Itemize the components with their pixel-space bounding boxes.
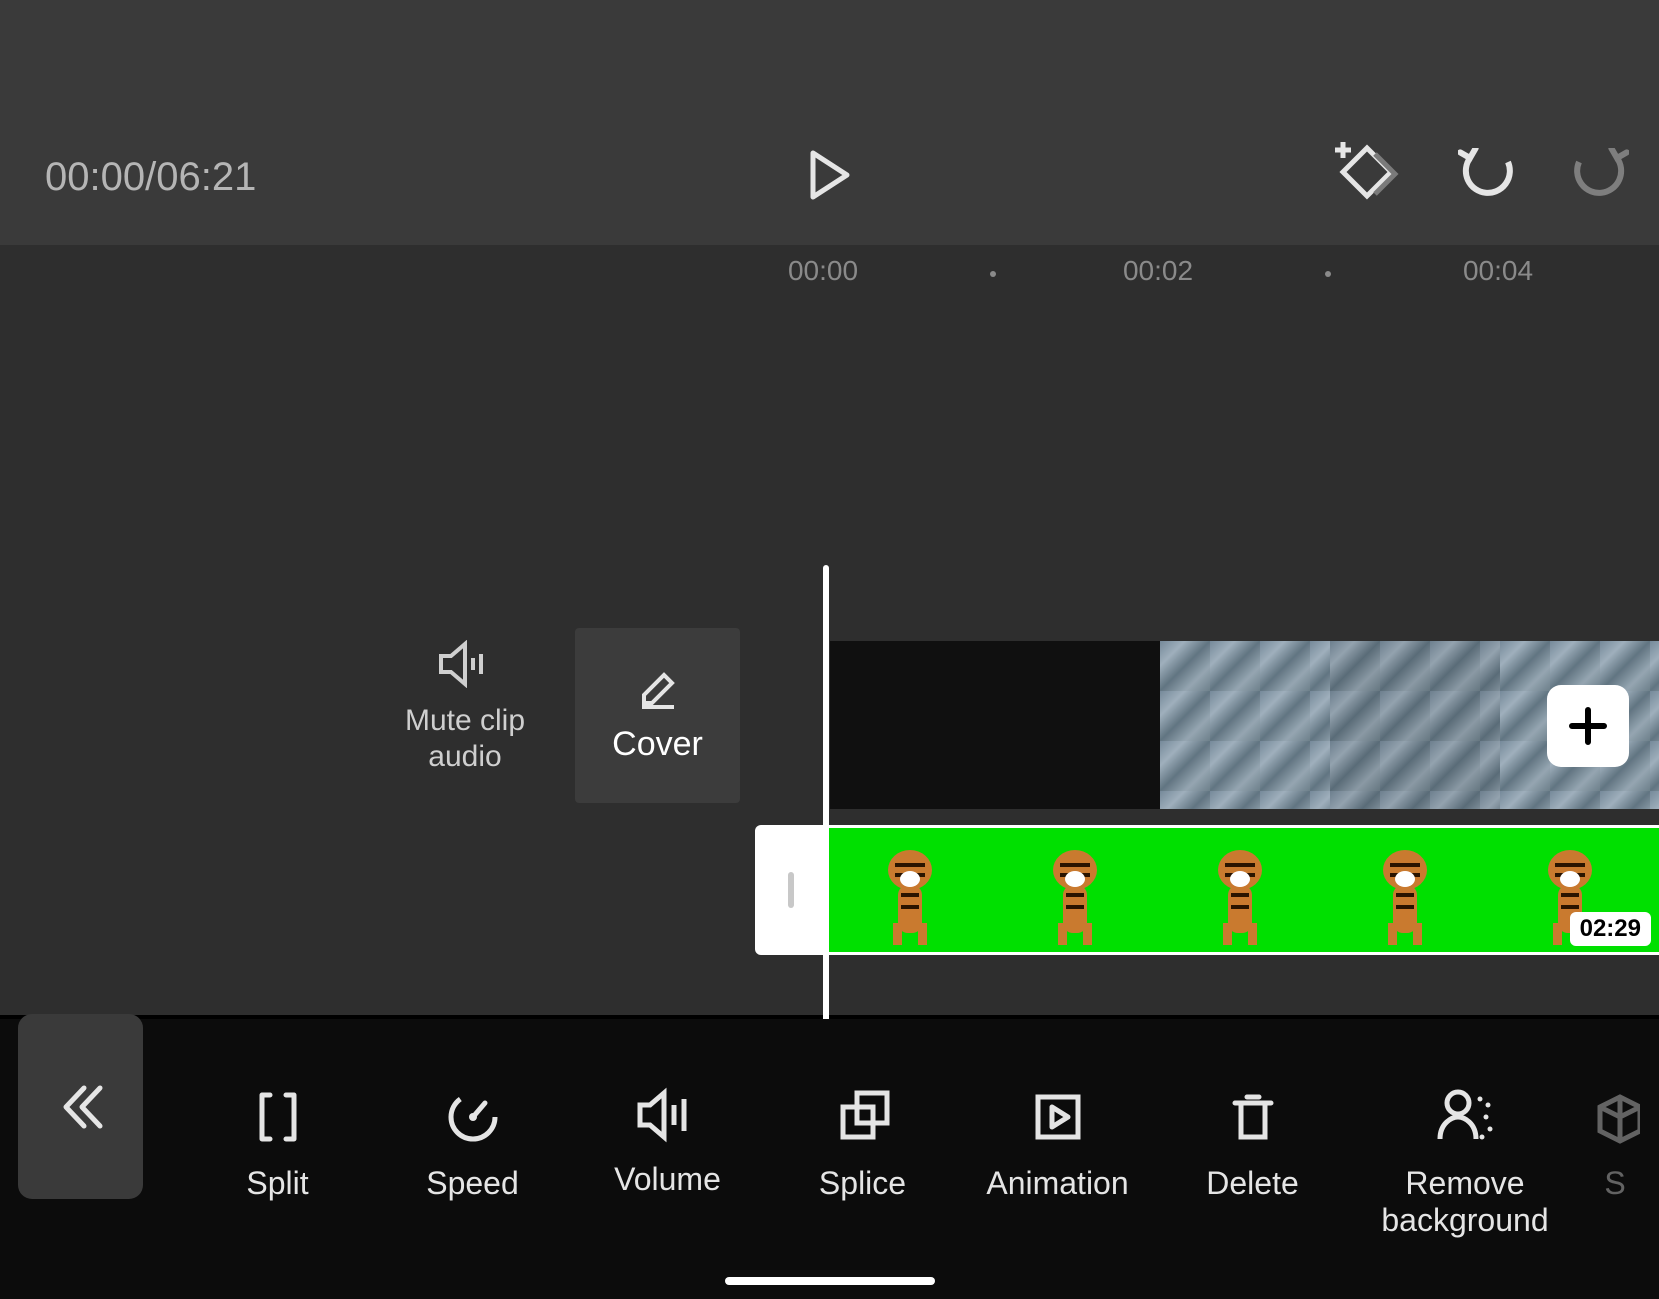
pencil-icon xyxy=(636,667,680,711)
redo-button[interactable] xyxy=(1571,148,1629,196)
timeline-ruler[interactable]: 00:00 00:02 00:04 xyxy=(0,255,1659,305)
tool-label: Volume xyxy=(614,1161,721,1198)
tool-bar: Split Speed Volume Splice xyxy=(0,1019,1659,1299)
overlay-clip-duration: 02:29 xyxy=(1570,912,1651,946)
tool-split[interactable]: Split xyxy=(180,1087,375,1239)
tool-label: Delete xyxy=(1206,1165,1299,1202)
volume-icon xyxy=(634,1087,702,1143)
ruler-tick: 00:02 xyxy=(1123,255,1193,287)
tool-delete[interactable]: Delete xyxy=(1155,1087,1350,1239)
tool-remove-background[interactable]: Remove background xyxy=(1350,1087,1580,1239)
play-button[interactable] xyxy=(800,145,860,205)
cover-button[interactable]: Cover xyxy=(575,628,740,803)
mute-label-l1: Mute clip xyxy=(405,704,525,737)
splice-icon xyxy=(833,1087,893,1147)
undo-button[interactable] xyxy=(1458,148,1516,196)
overlay-thumbnail xyxy=(827,828,992,952)
undo-icon xyxy=(1458,148,1516,196)
tool-animation[interactable]: Animation xyxy=(960,1087,1155,1239)
overlay-thumbnail xyxy=(1157,828,1322,952)
overlay-thumbnail xyxy=(1652,828,1659,952)
overlay-clip[interactable]: 02:29 xyxy=(755,825,1659,955)
home-indicator[interactable] xyxy=(725,1277,935,1285)
speaker-icon xyxy=(437,640,493,688)
tool-more-cutoff[interactable]: S xyxy=(1580,1087,1650,1239)
tool-speed[interactable]: Speed xyxy=(375,1087,570,1239)
ruler-dot xyxy=(990,271,996,277)
mute-label-l2: audio xyxy=(428,740,501,773)
overlay-thumbnail xyxy=(992,828,1157,952)
chevron-left-double-icon xyxy=(56,1082,106,1132)
video-track-lead[interactable] xyxy=(830,641,1160,809)
player-control-bar: 00:00/06:21 xyxy=(0,0,1659,245)
ruler-tick: 00:04 xyxy=(1463,255,1533,287)
delete-icon xyxy=(1223,1087,1283,1147)
cover-label: Cover xyxy=(612,725,703,764)
add-clip-button[interactable] xyxy=(1547,685,1629,767)
mute-clip-audio-button[interactable]: Mute clip audio xyxy=(375,640,555,775)
keyframe-add-icon xyxy=(1325,140,1403,204)
remove-bg-icon xyxy=(1432,1087,1498,1147)
play-icon xyxy=(807,149,853,201)
redo-icon xyxy=(1571,148,1629,196)
cube-icon xyxy=(1590,1087,1640,1147)
playback-timecode: 00:00/06:21 xyxy=(45,155,256,200)
clip-trim-handle-left[interactable] xyxy=(755,825,827,955)
overlay-thumbnail xyxy=(1322,828,1487,952)
animation-icon xyxy=(1028,1087,1088,1147)
tool-label: Split xyxy=(246,1165,308,1202)
split-icon xyxy=(248,1087,308,1147)
tool-label: S xyxy=(1604,1165,1625,1202)
ruler-tick: 00:00 xyxy=(788,255,858,287)
tool-label: Speed xyxy=(426,1165,519,1202)
video-thumbnail xyxy=(1330,641,1500,809)
speed-icon xyxy=(443,1087,503,1147)
tool-volume[interactable]: Volume xyxy=(570,1087,765,1239)
overlay-track-content[interactable]: 02:29 xyxy=(827,825,1659,955)
keyframe-add-button[interactable] xyxy=(1325,140,1403,204)
tool-label: Remove background xyxy=(1381,1165,1548,1239)
tool-label: Splice xyxy=(819,1165,906,1202)
timeline-panel[interactable]: 00:00 00:02 00:04 Mute clip audio Cover xyxy=(0,245,1659,1015)
video-thumbnail xyxy=(1160,641,1330,809)
tool-label: Animation xyxy=(986,1165,1128,1202)
tool-splice[interactable]: Splice xyxy=(765,1087,960,1239)
toolbar-back-button[interactable] xyxy=(18,1014,143,1199)
ruler-dot xyxy=(1325,271,1331,277)
plus-icon xyxy=(1566,704,1610,748)
